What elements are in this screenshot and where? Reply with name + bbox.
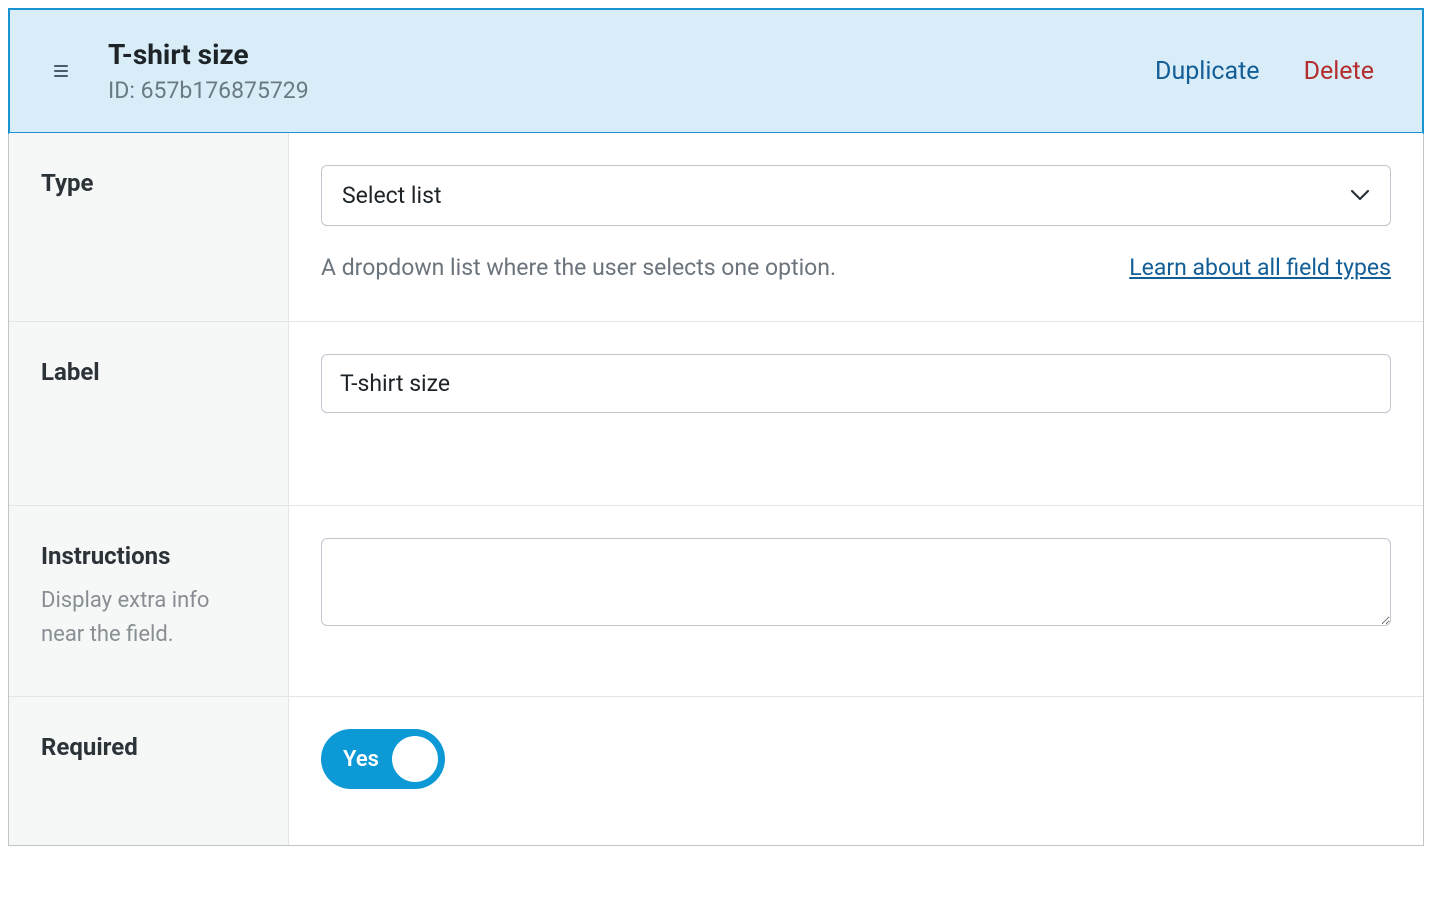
field-editor-panel: T-shirt size ID: 657b176875729 Duplicate… xyxy=(8,8,1424,846)
row-label-type: Type xyxy=(9,133,289,321)
row-label-required: Required xyxy=(9,697,289,845)
type-description: A dropdown list where the user selects o… xyxy=(321,254,836,281)
row-instructions: Instructions Display extra info near the… xyxy=(9,506,1423,697)
instructions-label: Instructions xyxy=(41,542,256,570)
label-input[interactable] xyxy=(321,354,1391,413)
row-content-instructions xyxy=(289,506,1423,696)
toggle-on-label: Yes xyxy=(343,747,379,772)
row-label-label: Label xyxy=(9,322,289,505)
field-id: ID: 657b176875729 xyxy=(108,77,1115,104)
row-label: Label xyxy=(9,322,1423,506)
type-label: Type xyxy=(41,169,256,197)
required-toggle[interactable]: Yes xyxy=(321,729,445,789)
toggle-knob xyxy=(392,736,438,782)
field-header-text: T-shirt size ID: 657b176875729 xyxy=(108,38,1115,104)
learn-field-types-link[interactable]: Learn about all field types xyxy=(1129,254,1391,281)
row-type: Type Select list A dropdown list where t… xyxy=(9,133,1423,322)
label-label: Label xyxy=(41,358,256,386)
type-select[interactable]: Select list xyxy=(321,165,1391,226)
field-id-value: 657b176875729 xyxy=(141,77,309,104)
field-header: T-shirt size ID: 657b176875729 Duplicate… xyxy=(8,8,1424,134)
instructions-help: Display extra info near the field. xyxy=(41,584,256,652)
row-label-instructions: Instructions Display extra info near the… xyxy=(9,506,289,696)
chevron-down-icon xyxy=(1350,185,1370,206)
row-content-required: Yes xyxy=(289,697,1423,845)
duplicate-button[interactable]: Duplicate xyxy=(1155,57,1260,86)
instructions-textarea[interactable] xyxy=(321,538,1391,626)
field-id-prefix: ID: xyxy=(108,77,141,104)
row-content-type: Select list A dropdown list where the us… xyxy=(289,133,1423,321)
field-title: T-shirt size xyxy=(108,38,1115,71)
required-label: Required xyxy=(41,733,256,761)
field-header-actions: Duplicate Delete xyxy=(1155,57,1386,86)
type-select-value: Select list xyxy=(342,182,442,209)
delete-button[interactable]: Delete xyxy=(1304,57,1374,86)
row-content-label xyxy=(289,322,1423,505)
drag-handle-icon[interactable] xyxy=(54,57,68,85)
row-required: Required Yes xyxy=(9,697,1423,845)
